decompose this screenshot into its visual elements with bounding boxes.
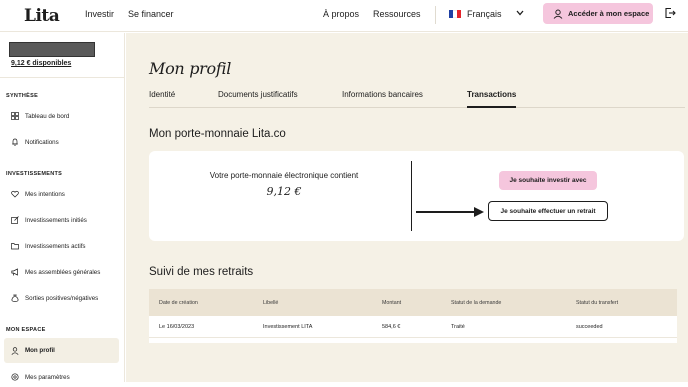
sidebar-item-label: Mes intentions — [25, 190, 65, 198]
section-title-mon-espace: MON ESPACE — [6, 327, 46, 333]
withdrawals-heading: Suivi de mes retraits — [149, 266, 254, 278]
arrow-right-icon — [416, 207, 484, 217]
sidebar-item-mon-profil[interactable]: Mon profil — [4, 338, 119, 363]
french-flag-icon — [449, 10, 461, 18]
bell-icon — [12, 138, 18, 146]
sidebar-item-label: Mes assemblées générales — [25, 268, 101, 276]
sidebar-item-label: Tableau de bord — [25, 112, 70, 120]
sidebar-item-label: Sorties positives/négatives — [25, 294, 99, 302]
section-title-investissements: INVESTISSEMENTS — [6, 171, 63, 177]
nav-separator — [435, 6, 436, 24]
settings-icon — [11, 373, 19, 381]
language-label: Français — [467, 9, 502, 19]
sidebar: 9,12 € disponibles SYNTHÈSE Tableau de b… — [0, 33, 125, 382]
cell-label: Investissement LITA — [263, 324, 313, 330]
sidebar-item-sorties-positives-negatives[interactable]: Sorties positives/négatives — [4, 288, 119, 308]
language-selector[interactable]: Français — [449, 6, 502, 22]
page-title: Mon profil — [149, 59, 232, 78]
grid-icon — [11, 112, 19, 120]
column-header: Montant — [382, 300, 402, 306]
sidebar-item-label: Notifications — [25, 138, 59, 146]
tab-transactions[interactable]: Transactions — [467, 90, 516, 99]
sidebar-item-label: Investissements actifs — [25, 242, 86, 250]
money-bag-icon — [11, 294, 19, 302]
main-content: Mon profil Identité Documents justificat… — [126, 33, 688, 382]
invest-with-wallet-button[interactable]: Je souhaite investir avec — [499, 171, 597, 190]
cell-request-status: Traité — [451, 324, 465, 330]
withdrawals-table: Date de création Libellé Montant Statut … — [149, 289, 677, 343]
chevron-down-icon[interactable] — [515, 8, 525, 18]
top-navigation-bar: Lita Investir Se financer À propos Resso… — [0, 0, 688, 32]
profile-tabs: Identité Documents justificatifs Informa… — [149, 85, 685, 108]
available-balance-link[interactable]: 9,12 € disponibles — [11, 60, 71, 67]
heart-icon — [11, 190, 19, 198]
table-row: Le 16/03/2023 Investissement LITA 584,6 … — [149, 316, 677, 338]
column-header: Libellé — [263, 300, 279, 306]
sidebar-item-label: Investissements initiés — [25, 216, 87, 224]
lita-logo[interactable]: Lita — [24, 6, 60, 26]
nav-se-financer-link[interactable]: Se financer — [128, 9, 174, 19]
withdraw-button[interactable]: Je souhaite effectuer un retrait — [488, 201, 608, 221]
wallet-amount: 9,12 € — [266, 185, 302, 198]
sidebar-item-investissements-inities[interactable]: Investissements initiés — [4, 210, 119, 230]
column-header: Statut du transfert — [576, 300, 619, 306]
sidebar-item-mes-assemblees-generales[interactable]: Mes assemblées générales — [4, 262, 119, 282]
column-header: Statut de la demande — [451, 300, 502, 306]
cell-amount: 584,6 € — [382, 324, 401, 330]
sidebar-item-label: Mes paramètres — [25, 373, 70, 381]
sidebar-item-notifications[interactable]: Notifications — [4, 132, 119, 152]
tab-documents-justificatifs[interactable]: Documents justificatifs — [218, 90, 298, 99]
section-title-synthese: SYNTHÈSE — [6, 93, 39, 99]
sidebar-item-investissements-actifs[interactable]: Investissements actifs — [4, 236, 119, 256]
nav-a-propos-link[interactable]: À propos — [323, 9, 359, 19]
access-my-space-label: Accéder à mon espace — [568, 9, 650, 18]
sidebar-item-tableau-de-bord[interactable]: Tableau de bord — [4, 106, 119, 126]
sidebar-item-mes-parametres[interactable]: Mes paramètres — [4, 367, 119, 387]
sidebar-divider — [0, 77, 125, 78]
logout-icon[interactable] — [664, 7, 676, 19]
card-divider — [411, 161, 412, 231]
folder-icon — [11, 243, 19, 250]
nav-ressources-link[interactable]: Ressources — [373, 9, 421, 19]
wallet-card: Votre porte-monnaie électronique contien… — [149, 151, 684, 241]
user-icon — [553, 9, 563, 19]
megaphone-icon — [11, 268, 18, 276]
table-header: Date de création Libellé Montant Statut … — [149, 289, 677, 316]
access-my-space-button[interactable]: Accéder à mon espace — [543, 3, 653, 24]
sidebar-item-label: Mon profil — [25, 347, 55, 354]
wallet-heading: Mon porte-monnaie Lita.co — [149, 128, 286, 140]
user-icon — [11, 346, 19, 355]
edit-icon — [11, 216, 19, 224]
cell-transfer-status: succeeded — [576, 324, 603, 330]
wallet-description: Votre porte-monnaie électronique contien… — [209, 171, 359, 180]
active-tab-indicator — [467, 106, 516, 108]
sidebar-item-mes-intentions[interactable]: Mes intentions — [4, 184, 119, 204]
tab-identite[interactable]: Identité — [149, 90, 175, 99]
column-header: Date de création — [159, 300, 198, 306]
nav-investir-link[interactable]: Investir — [85, 9, 114, 19]
cell-date: Le 16/03/2023 — [159, 324, 195, 330]
masked-user-name — [9, 42, 95, 57]
tab-informations-bancaires[interactable]: Informations bancaires — [342, 90, 423, 99]
